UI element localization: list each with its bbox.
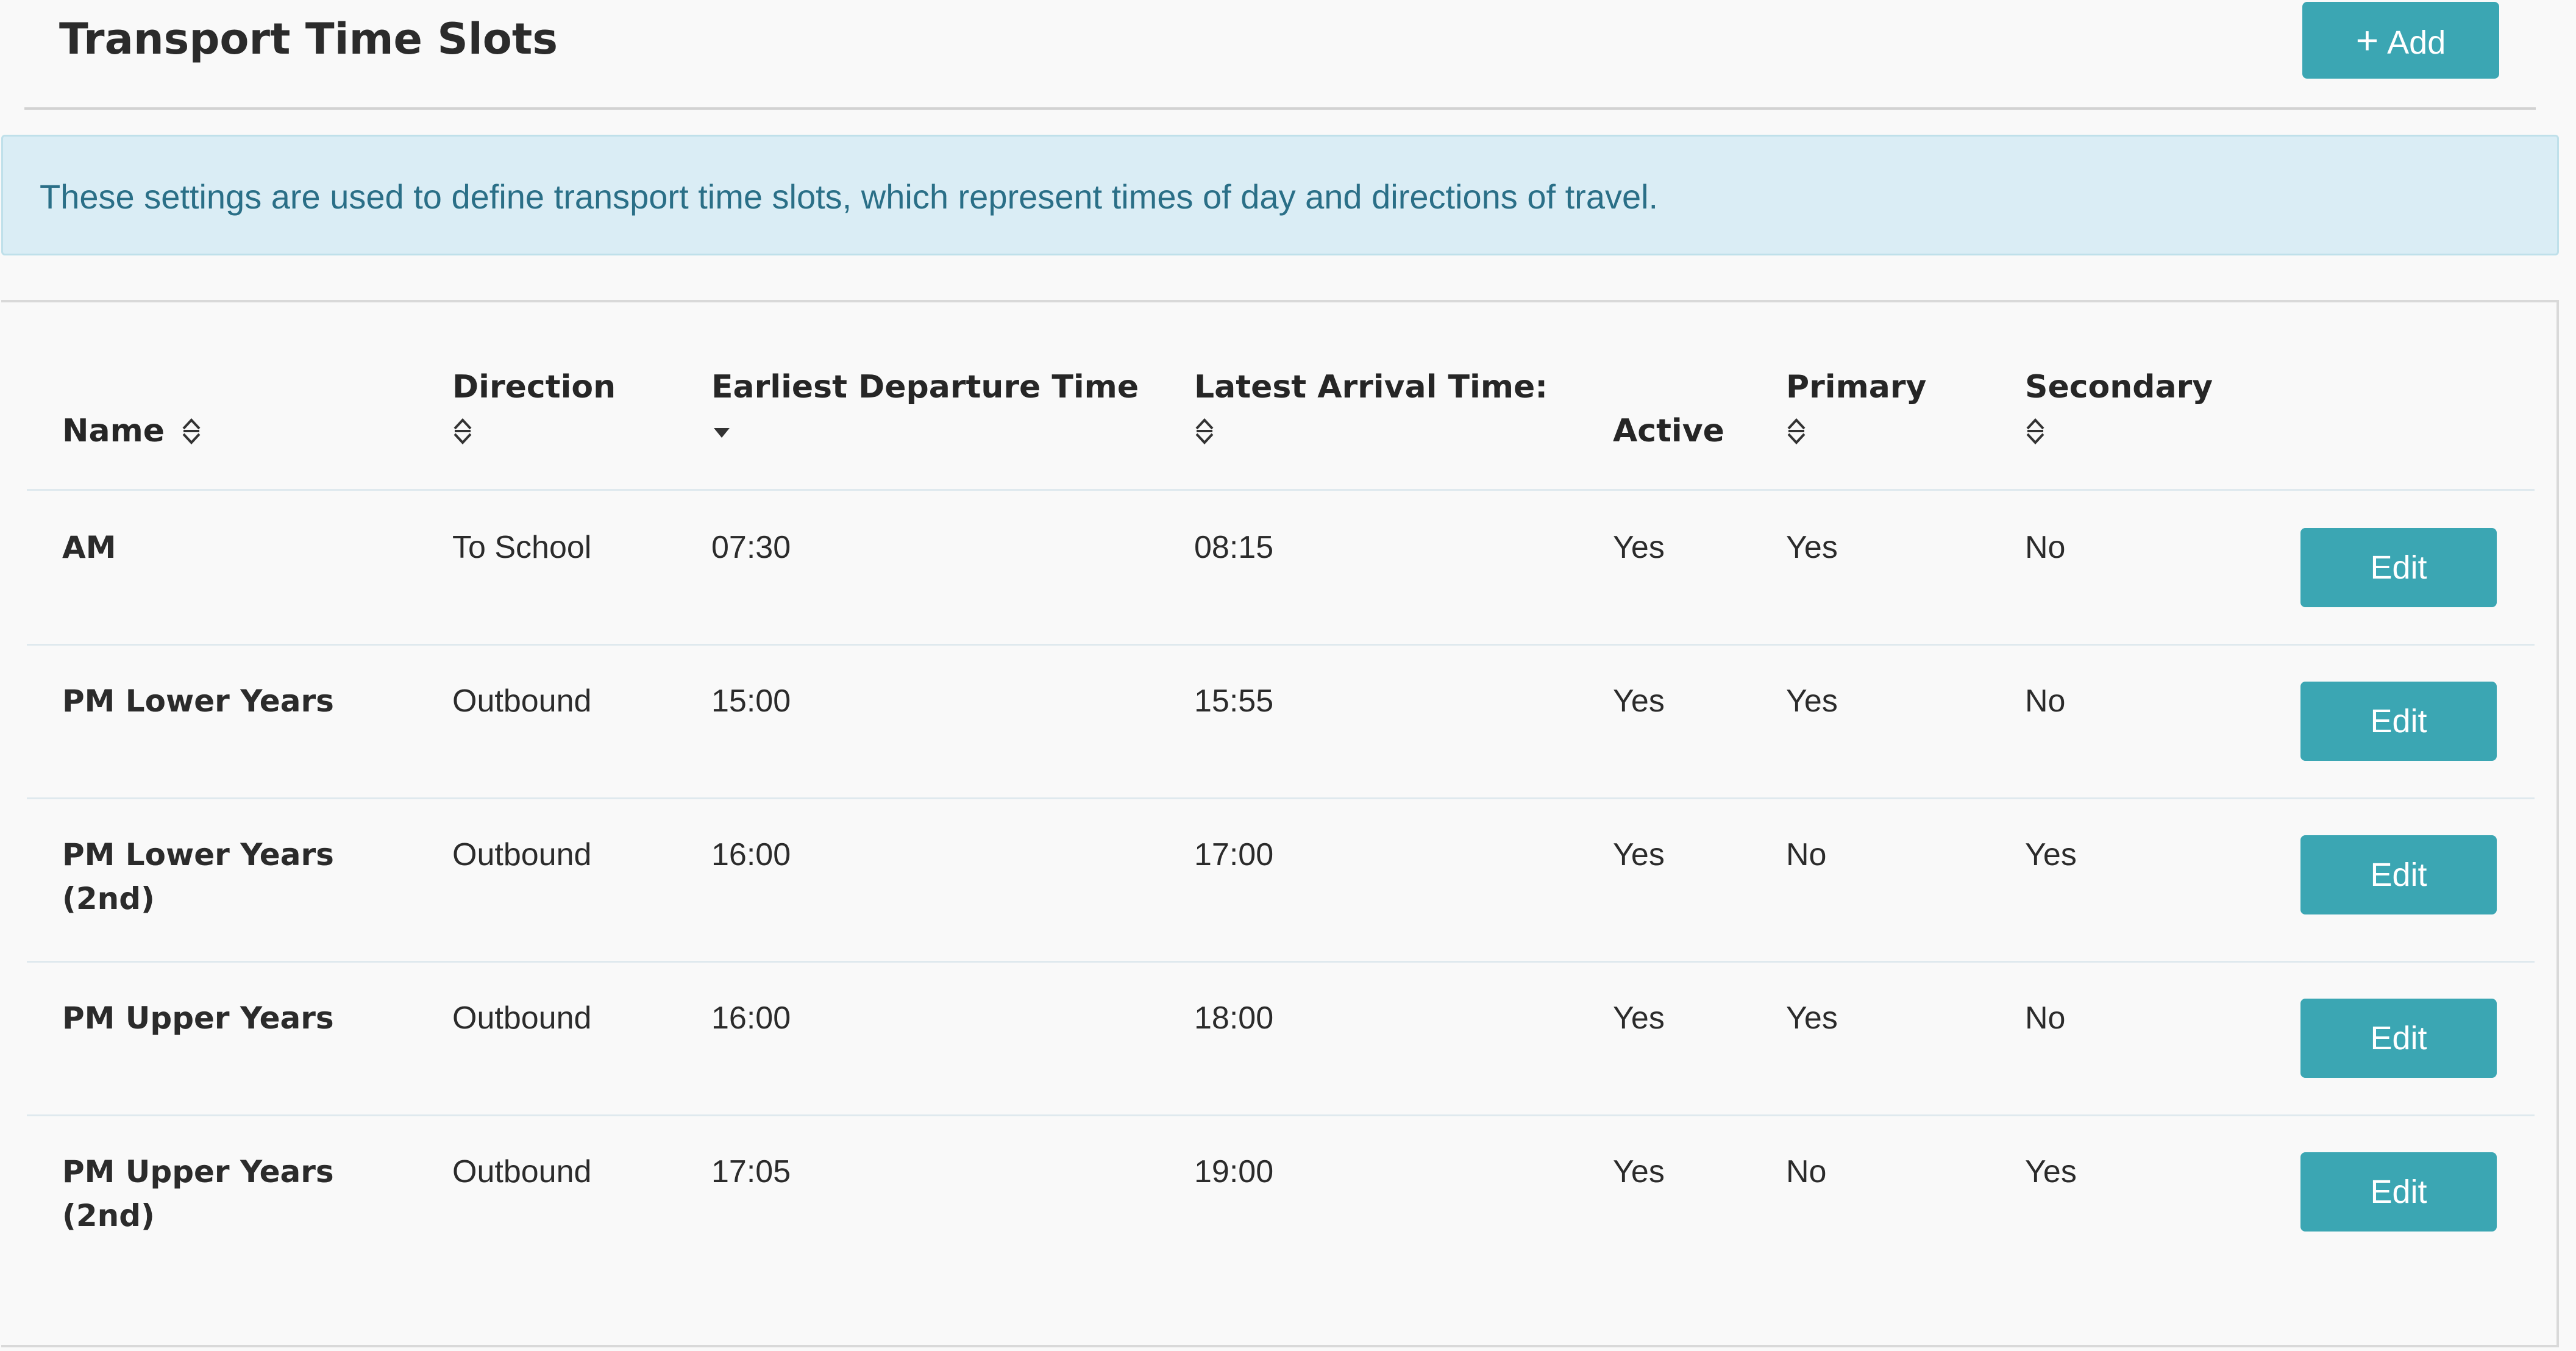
sort-descending-icon[interactable]: [711, 423, 732, 454]
row-departure: 17:05: [711, 1154, 791, 1189]
row-direction: Outbound: [452, 837, 592, 872]
edit-button[interactable]: Edit: [2300, 999, 2497, 1078]
column-header-label: Name: [62, 413, 165, 449]
header-divider: [24, 107, 2536, 110]
row-arrival: 19:00: [1194, 1154, 1274, 1189]
page-title: Transport Time Slots: [59, 14, 558, 64]
edit-button[interactable]: Edit: [2300, 528, 2497, 607]
row-departure: 07:30: [711, 530, 791, 565]
time-slots-table: Name Direction Earliest Departure Time L…: [1, 300, 2559, 1347]
sort-both-icon[interactable]: [2025, 416, 2046, 446]
column-header-label: Secondary: [2025, 369, 2213, 405]
row-name-line: AM: [62, 530, 116, 565]
column-header-secondary[interactable]: Secondary: [2025, 366, 2213, 408]
sort-both-icon[interactable]: [452, 416, 473, 446]
row-name-line: (2nd): [62, 1198, 155, 1233]
row-secondary: No: [2025, 530, 2066, 565]
row-secondary: Yes: [2025, 1154, 2077, 1189]
sort-both-icon[interactable]: [1786, 416, 1807, 446]
add-button[interactable]: + Add: [2302, 2, 2499, 79]
row-name-line: (2nd): [62, 881, 155, 916]
page: Transport Time Slots + Add These settings…: [0, 0, 2576, 1351]
row-name: PM Lower Years: [62, 679, 334, 723]
row-primary: No: [1786, 1154, 1827, 1189]
row-secondary: Yes: [2025, 837, 2077, 872]
row-primary: No: [1786, 837, 1827, 872]
row-divider: [27, 797, 2535, 799]
row-arrival: 17:00: [1194, 837, 1274, 872]
row-arrival: 15:55: [1194, 683, 1274, 719]
row-name: PM Lower Years (2nd): [62, 833, 334, 921]
column-header-name[interactable]: Name: [62, 410, 165, 452]
row-departure: 16:00: [711, 1000, 791, 1036]
row-direction: Outbound: [452, 683, 592, 719]
column-header-label: Direction: [452, 369, 616, 405]
row-primary: Yes: [1786, 530, 1838, 565]
column-header-label: Latest Arrival Time:: [1194, 369, 1548, 405]
row-name-line: PM Lower Years: [62, 837, 334, 872]
column-header-label: Earliest Departure Time: [711, 369, 1139, 405]
row-name-line: PM Upper Years: [62, 1000, 334, 1036]
row-divider: [27, 1114, 2535, 1116]
row-name: AM: [62, 526, 116, 569]
row-departure: 15:00: [711, 683, 791, 719]
row-active: Yes: [1613, 1154, 1665, 1189]
row-name: PM Upper Years (2nd): [62, 1150, 334, 1238]
add-button-label: Add: [2387, 24, 2446, 61]
info-alert: These settings are used to define transp…: [1, 135, 2559, 255]
sort-both-icon[interactable]: [1194, 416, 1215, 446]
row-divider: [27, 961, 2535, 963]
column-header-label: Active: [1613, 413, 1724, 449]
sort-both-icon[interactable]: [181, 416, 202, 446]
row-secondary: No: [2025, 1000, 2066, 1036]
row-secondary: No: [2025, 683, 2066, 719]
row-active: Yes: [1613, 837, 1665, 872]
row-name-line: PM Upper Years: [62, 1154, 334, 1189]
row-primary: Yes: [1786, 683, 1838, 719]
row-arrival: 18:00: [1194, 1000, 1274, 1036]
column-header-label: Primary: [1786, 369, 1927, 405]
row-active: Yes: [1613, 530, 1665, 565]
column-header-active: Active: [1613, 410, 1724, 452]
info-alert-text: These settings are used to define transp…: [40, 177, 1659, 216]
row-direction: Outbound: [452, 1154, 592, 1189]
row-active: Yes: [1613, 683, 1665, 719]
row-arrival: 08:15: [1194, 530, 1274, 565]
header-row-divider: [27, 489, 2535, 491]
row-divider: [27, 644, 2535, 646]
column-header-primary[interactable]: Primary: [1786, 366, 1926, 408]
row-direction: Outbound: [452, 1000, 592, 1036]
column-header-direction[interactable]: Direction: [452, 366, 616, 408]
column-header-arrival[interactable]: Latest Arrival Time:: [1194, 366, 1548, 408]
column-header-departure[interactable]: Earliest Departure Time: [711, 366, 1139, 408]
row-name: PM Upper Years: [62, 996, 334, 1040]
row-primary: Yes: [1786, 1000, 1838, 1036]
plus-icon: +: [2355, 18, 2379, 62]
edit-button[interactable]: Edit: [2300, 682, 2497, 761]
row-active: Yes: [1613, 1000, 1665, 1036]
row-name-line: PM Lower Years: [62, 683, 334, 719]
row-direction: To School: [452, 530, 592, 565]
row-departure: 16:00: [711, 837, 791, 872]
edit-button[interactable]: Edit: [2300, 835, 2497, 914]
edit-button[interactable]: Edit: [2300, 1152, 2497, 1232]
